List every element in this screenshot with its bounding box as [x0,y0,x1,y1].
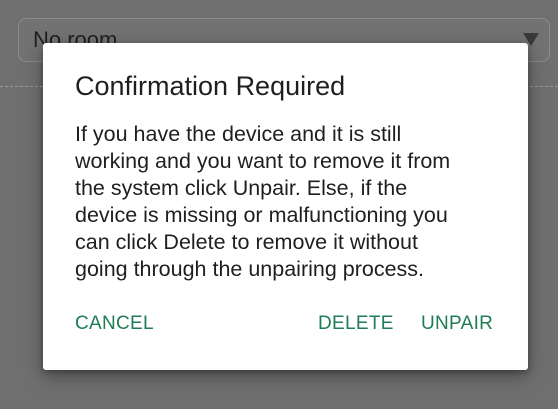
dialog-message: If you have the device and it is still w… [75,121,515,283]
dialog-message-line: the system click Unpair. Else, if the [75,176,408,200]
dialog-message-line: device is missing or malfunctioning you [75,203,448,227]
dialog-message-line: going through the unpairing process. [75,257,425,281]
dialog-message-line: working and you want to remove it from [75,149,451,173]
dialog-message-line: If you have the device and it is still [75,122,402,146]
dialog-message-line: can click Delete to remove it without [75,230,418,254]
confirmation-dialog: Confirmation Required If you have the de… [43,43,528,370]
cancel-button[interactable]: CANCEL [75,311,154,337]
delete-button[interactable]: DELETE [318,311,394,337]
unpair-button[interactable]: UNPAIR [421,311,493,337]
dialog-title: Confirmation Required [75,71,346,101]
